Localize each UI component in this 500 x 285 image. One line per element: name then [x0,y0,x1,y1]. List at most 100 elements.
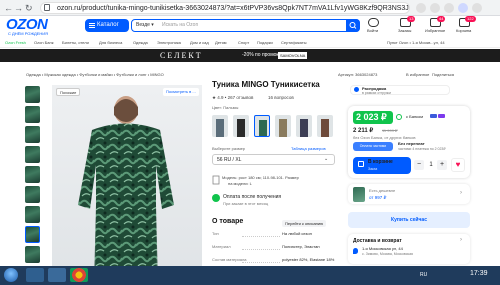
compare-button[interactable]: Посмотреть в ... [163,88,199,96]
subnav-certificates[interactable]: Сертификаты [281,39,307,47]
subnav-gifts[interactable]: Подарки [257,39,273,47]
quantity-decrease-button[interactable]: − [414,160,424,170]
chevron-right-icon[interactable]: › [460,237,462,243]
banner-promo-code: SAMOVOLNA [278,52,308,59]
installment-subtitle: частями 4 платежа по 2 023₽ [398,147,446,151]
favorite-heart-icon[interactable]: ♥ [451,158,465,172]
installment-button[interactable]: Оплата частями [353,142,393,151]
color-option[interactable] [296,115,312,137]
model-info: Модель: рост 180 см; 110-98-101. Размер [222,175,299,180]
in-cart-sublabel: Заказ [368,167,378,171]
go-to-description-link[interactable]: Перейти к описанию [282,220,327,227]
header-label-orders[interactable]: Заказы [398,28,411,33]
color-label: Цвет: Пальмы [212,105,239,110]
share-page-icon[interactable] [416,3,426,13]
cheaper-offer-price: от 997 ₽ [369,195,387,200]
spec-value: polyester 82%, Elastane 18% [282,257,335,262]
add-to-favorites-link[interactable]: В избранное [406,72,429,77]
folder-taskbar-icon[interactable] [48,268,66,282]
product-rating[interactable]: ★ 4.9 • 267 отзывов [212,95,253,101]
subnav-business[interactable]: Для бизнеса [99,39,122,47]
subnav-home[interactable]: Дом и сад [190,39,209,47]
model-photo [78,96,174,285]
cheaper-offer-label: Есть дешевле [369,188,396,193]
pickup-address[interactable]: 1-я Московская ул, 44 [362,246,403,251]
color-option[interactable] [317,115,333,137]
share-link[interactable]: Поделиться [432,72,454,77]
search-button[interactable] [346,19,360,32]
product-sku[interactable]: Артикул: 3663024873 [338,72,377,77]
menu-icon [89,23,95,28]
reload-icon[interactable]: ↻ [25,3,33,13]
gallery-thumbnail[interactable] [25,86,40,103]
spec-row: Состав материала polyester 82%, Elastane … [212,255,340,265]
spec-value: Полиэстер, Эластан [282,244,320,249]
size-select[interactable]: 56 RU / XL [212,154,335,165]
cart-check-icon [358,161,364,167]
banner-brand: СЕЛЕКТ [160,51,203,60]
more-menu-icon[interactable] [472,3,482,13]
gallery-thumbnail[interactable] [25,206,40,223]
sale-subtitle: в рамках отгрузки [362,91,391,95]
subnav-clothes[interactable]: Одежда [133,39,148,47]
color-option[interactable] [233,115,249,137]
back-icon[interactable]: ← [4,3,13,13]
search-input[interactable]: Везде ▾ Искать на Ozon [131,19,360,32]
sale-icon [354,87,359,92]
gallery-thumbnail-selected[interactable] [25,226,40,243]
header-label-login[interactable]: Войти [367,28,378,33]
user-icon[interactable] [368,18,379,27]
catalog-button[interactable]: Каталог [85,19,129,32]
extension-icon[interactable] [444,3,454,13]
breadcrumb[interactable]: Одежда • Мужская одежда • Футболки и май… [26,72,164,77]
info-icon[interactable] [396,114,402,120]
start-button[interactable] [4,268,18,282]
spec-key: Материал [212,244,231,249]
product-main-image[interactable] [52,85,202,285]
subnav-ozon-fresh[interactable]: Ozon Fresh [5,39,26,47]
explorer-taskbar-icon[interactable] [26,268,44,282]
color-option[interactable] [275,115,291,137]
size-table-link[interactable]: Таблица размеров [291,146,326,151]
subnav-ozon-bank[interactable]: Ozon Банк [34,39,53,47]
language-indicator[interactable]: RU [420,272,427,278]
logo-subtitle: С ДНЁМ РОЖДЕНИЯ [8,31,49,36]
quantity-increase-button[interactable]: + [437,160,447,170]
price-with-card: 2 023 ₽ [353,111,393,124]
address-bar[interactable]: ozon.ru/product/tunika-mingo-tunikisetka… [40,2,410,14]
catalog-label: Каталог [97,22,119,28]
payment-title[interactable]: Оплата после получения [223,194,281,200]
pickup-city: с. Зимово, Москва, Московская [362,252,413,256]
cheaper-offer-card[interactable] [348,184,470,204]
gallery-thumbnail[interactable] [25,246,40,263]
ozon-logo[interactable]: OZON [6,17,48,32]
payment-icon [212,194,220,202]
gallery-thumbnail[interactable] [25,186,40,203]
buy-now-button[interactable]: Купить сейчас [348,212,470,228]
gallery-thumbnail[interactable] [25,166,40,183]
product-questions-link[interactable]: 16 вопросов [268,95,294,100]
similar-products-button[interactable]: Похожие [56,88,81,96]
price-note: без Ozon Банка, от других банков [353,135,416,140]
search-scope-dropdown[interactable]: Везде ▾ [136,20,154,30]
clock[interactable]: 17:39 [470,270,488,277]
color-option[interactable] [212,115,228,137]
forward-icon[interactable]: → [14,3,23,13]
gallery-thumbnail[interactable] [25,146,40,163]
color-option-selected[interactable] [254,115,270,137]
gallery-thumbnail[interactable] [25,126,40,143]
subnav-location[interactable]: Пункт Ozon • 1-я Москв...ул, 44 [387,39,445,47]
header-label-cart[interactable]: Корзина [456,28,471,33]
size-label: Выберите размер [212,146,246,151]
profile-icon[interactable] [458,3,468,13]
payment-subtitle: При заказе в этот месяц [223,201,269,206]
subnav-sport[interactable]: Спорт [238,39,249,47]
bookmark-icon[interactable] [430,3,440,13]
subnav-kids[interactable]: Детям [215,39,227,47]
subnav-electronics[interactable]: Электроника [157,39,181,47]
location-pin-icon [353,248,358,254]
subnav-tickets[interactable]: Билеты, отели [62,39,89,47]
header-label-favorites[interactable]: Избранное [425,28,445,33]
gallery-thumbnail[interactable] [25,106,40,123]
chrome-taskbar-icon[interactable] [70,268,88,282]
